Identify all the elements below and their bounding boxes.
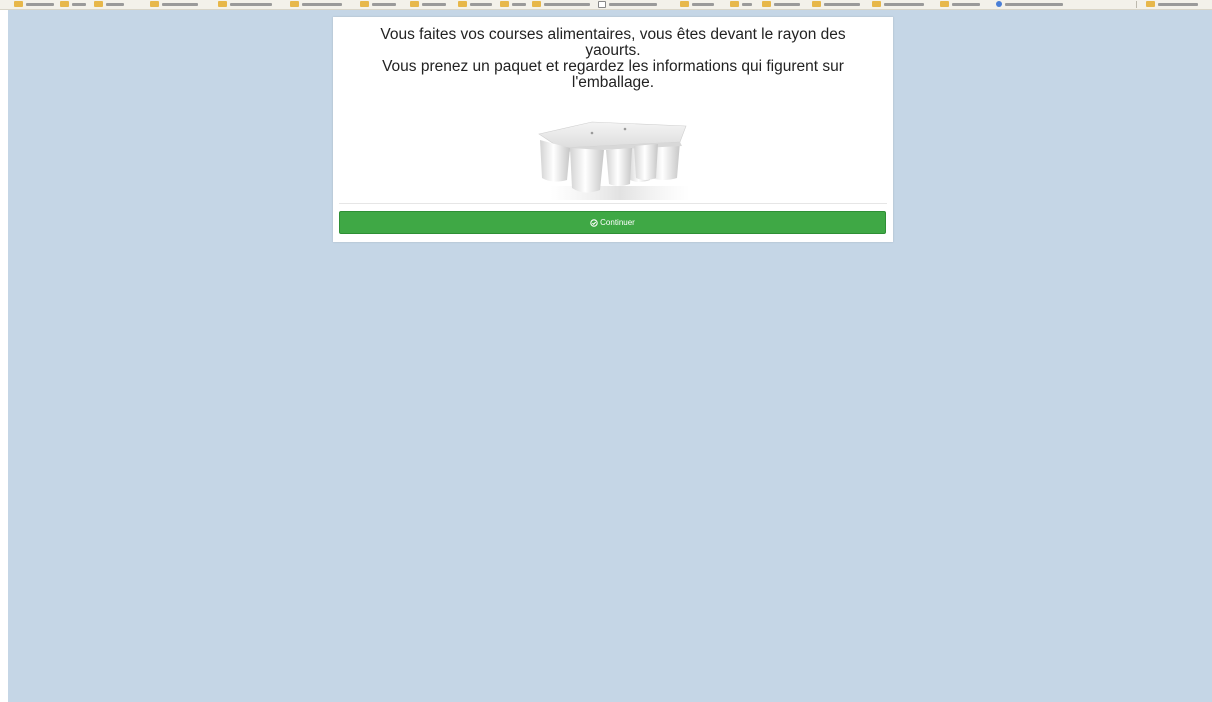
folder-icon xyxy=(60,1,69,7)
bookmark-item[interactable] xyxy=(410,1,446,7)
folder-icon xyxy=(532,1,541,7)
bookmark-item[interactable] xyxy=(150,1,198,7)
folder-icon xyxy=(410,1,419,7)
bookmark-item[interactable] xyxy=(940,1,980,7)
bookmark-item[interactable] xyxy=(360,1,396,7)
bookmark-item[interactable] xyxy=(500,1,526,7)
question-line: Vous faites vos courses alimentaires, vo… xyxy=(380,26,846,43)
bookmark-item[interactable] xyxy=(762,1,800,7)
continue-button[interactable]: Continuer xyxy=(339,211,886,234)
bookmark-item[interactable] xyxy=(14,1,54,7)
folder-icon xyxy=(762,1,771,7)
card-divider xyxy=(339,203,887,204)
question-line: yaourts. xyxy=(585,42,641,59)
bookmark-item[interactable] xyxy=(60,1,86,7)
bookmark-item[interactable] xyxy=(996,1,1063,7)
google-icon xyxy=(996,1,1002,7)
bookmark-item[interactable] xyxy=(680,1,714,7)
bookmark-item[interactable] xyxy=(458,1,492,7)
continue-button-label: Continuer xyxy=(600,218,635,227)
bookmarks-bar xyxy=(0,0,1212,10)
folder-icon xyxy=(812,1,821,7)
question-text: Vous faites vos courses alimentaires, vo… xyxy=(343,27,883,91)
folder-icon xyxy=(872,1,881,7)
folder-icon xyxy=(150,1,159,7)
bookmark-item[interactable] xyxy=(218,1,272,7)
bookmark-item[interactable] xyxy=(812,1,860,7)
bookmark-item[interactable] xyxy=(730,1,752,7)
folder-icon xyxy=(730,1,739,7)
folder-icon xyxy=(680,1,689,7)
folder-icon xyxy=(458,1,467,7)
bookmark-item[interactable] xyxy=(1146,1,1198,7)
folder-icon xyxy=(940,1,949,7)
question-card: Vous faites vos courses alimentaires, vo… xyxy=(333,17,893,242)
bookmark-item[interactable] xyxy=(290,1,342,7)
folder-icon xyxy=(290,1,299,7)
folder-icon xyxy=(500,1,509,7)
folder-icon xyxy=(94,1,103,7)
bookmark-item[interactable] xyxy=(872,1,924,7)
question-line: Vous prenez un paquet et regardez les in… xyxy=(382,58,844,75)
folder-icon xyxy=(1146,1,1155,7)
bookmark-divider xyxy=(1136,1,1137,8)
check-circle-icon xyxy=(590,218,598,227)
yogurt-pack-image xyxy=(538,121,690,200)
folder-icon xyxy=(14,1,23,7)
folder-icon xyxy=(360,1,369,7)
page-icon xyxy=(598,0,606,8)
bookmark-item[interactable] xyxy=(598,0,657,8)
bookmark-item[interactable] xyxy=(94,1,124,7)
question-line: l'emballage. xyxy=(571,74,655,91)
folder-icon xyxy=(218,1,227,7)
bookmark-item[interactable] xyxy=(532,1,590,7)
